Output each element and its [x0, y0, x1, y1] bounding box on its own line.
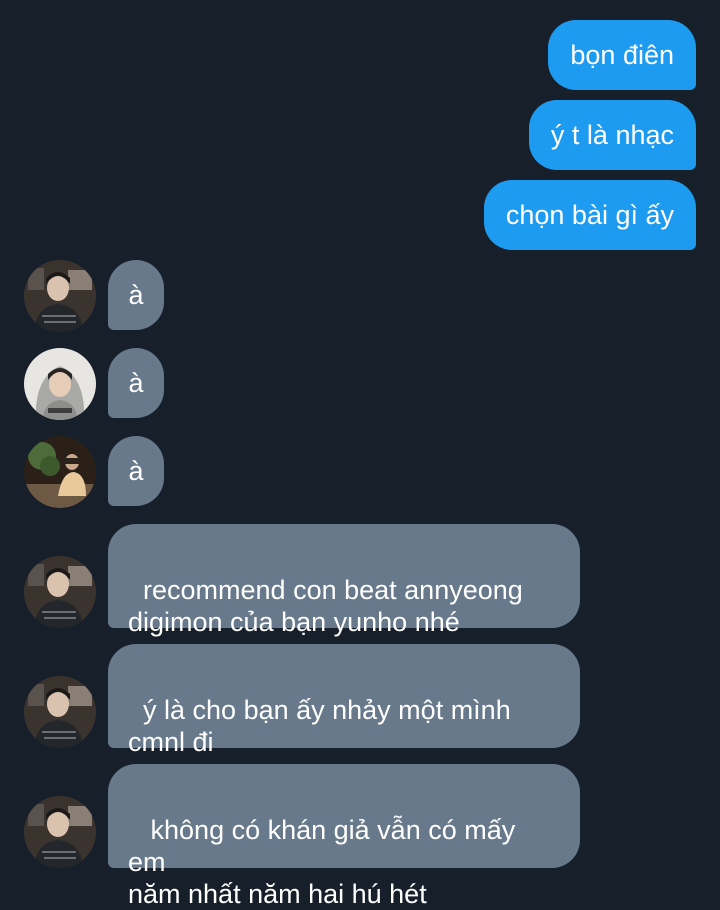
avatar-boy-hoodie[interactable] [24, 348, 96, 420]
sent-message[interactable]: chọn bài gì ấy [483, 180, 696, 250]
message-text: ý là cho bạn ấy nhảy một mình cmnl đi [128, 695, 511, 757]
avatar-boy-sweater[interactable] [24, 796, 96, 868]
message-text: chọn bài gì ấy [505, 200, 674, 230]
received-message[interactable]: à [108, 260, 164, 330]
message-text: à [128, 456, 144, 486]
received-message[interactable]: à [108, 436, 164, 506]
avatar-boy-sweater[interactable] [24, 556, 96, 628]
received-message[interactable]: recommend con beat annyeong digimon của … [108, 524, 580, 637]
message-text: bọn điên [570, 40, 674, 70]
avatar-person-room[interactable] [24, 436, 96, 508]
message-text: recommend con beat annyeong digimon của … [128, 575, 523, 637]
message-text: à [128, 280, 144, 310]
avatar-boy-sweater[interactable] [24, 260, 96, 332]
sent-message[interactable]: ý t là nhạc [528, 100, 696, 170]
message-text: à [128, 368, 144, 398]
sent-message[interactable]: bọn điên [548, 20, 696, 90]
received-message[interactable]: ý là cho bạn ấy nhảy một mình cmnl đi [108, 644, 580, 757]
avatar-boy-sweater[interactable] [24, 676, 96, 748]
received-message[interactable]: à [108, 348, 164, 418]
message-text: ý t là nhạc [550, 120, 674, 150]
received-message[interactable]: không có khán giả vẫn có mấy em năm nhất… [108, 764, 580, 909]
message-text: không có khán giả vẫn có mấy em năm nhất… [128, 815, 516, 909]
